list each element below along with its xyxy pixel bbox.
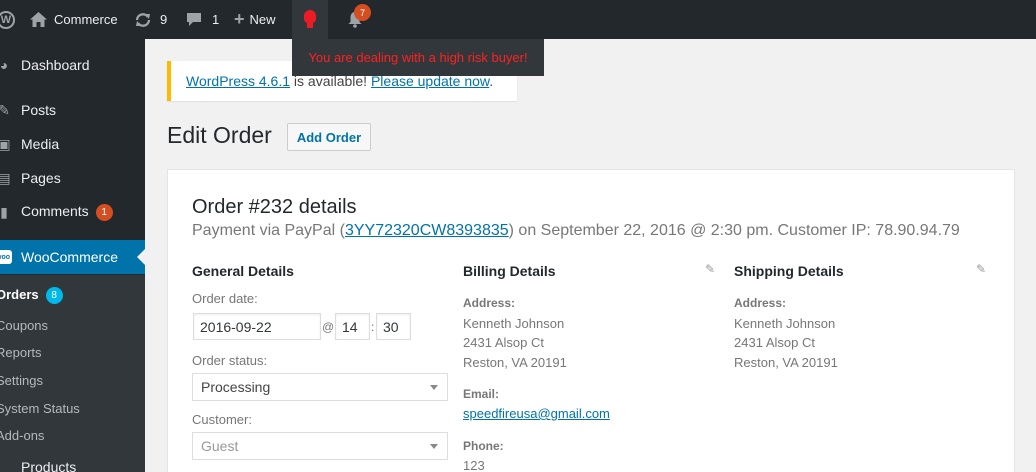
order-data-panel: Order #232 details Payment via PayPal (3… [167,169,1015,472]
comments-count: 1 [212,12,220,27]
menu-dashboard[interactable]: ◕ Dashboard [0,48,145,82]
site-name-label: Commerce [54,12,118,27]
dropdown-arrow-icon [430,385,438,394]
menu-media[interactable]: ▣ Media [0,127,145,161]
lightbulb-icon [303,9,317,30]
updates-menu[interactable]: 9 [134,0,167,39]
order-meta-prefix: Payment via PayPal ( [192,222,345,239]
billing-address-label: Address: [463,296,516,310]
general-details-heading: General Details [192,263,294,279]
order-status-select[interactable]: Processing [192,373,448,401]
shipping-address-line: Reston, VA 20191 [734,355,838,370]
add-order-button[interactable]: Add Order [287,123,371,151]
new-content-menu[interactable]: + New [234,0,276,39]
shipping-address-line: 2431 Alsop Ct [734,335,815,350]
customer-label: Customer: [192,412,252,427]
menu-posts-label: Posts [21,102,57,118]
dropdown-arrow-icon [430,444,438,453]
shipping-address-label: Address: [734,296,787,310]
submenu-settings[interactable]: Settings [0,373,43,388]
billing-address-line: 2431 Alsop Ct [463,335,544,350]
submenu-orders[interactable]: Orders 8 [0,287,63,305]
risk-alert-message: You are dealing with a high risk buyer! [308,50,528,65]
order-status-label: Order status: [192,353,268,368]
menu-comments[interactable]: ▮ Comments 1 [0,195,145,229]
menu-pages[interactable]: ▤ Pages [0,161,145,195]
order-heading: Order #232 details [192,196,357,218]
comments-count-badge: 1 [95,203,113,221]
media-icon: ▣ [0,135,11,152]
admin-bar: W Commerce 9 1 + New 7 [0,0,1036,39]
billing-email-link[interactable]: speedfireusa@gmail.com [463,406,610,421]
at-separator: @ [322,320,335,334]
menu-woocommerce[interactable]: woo WooCommerce [0,240,145,274]
order-meta-suffix: ) on September 22, 2016 @ 2:30 pm. Custo… [508,222,960,239]
order-minute-input[interactable]: 30 [376,313,411,340]
menu-comments-text: Comments [21,203,89,220]
billing-details-heading: Billing Details [463,263,556,279]
shipping-address-line: Kenneth Johnson [734,316,836,331]
order-payment-meta: Payment via PayPal (3YY72320CW8393835) o… [192,222,960,240]
order-hour-input[interactable]: 14 [335,313,370,340]
submenu-coupons[interactable]: Coupons [0,318,48,333]
page-title: Edit Order [167,122,272,148]
order-status-value: Processing [201,379,271,395]
transaction-id-link[interactable]: 3YY72320CW8393835 [345,222,509,239]
wordpress-icon: W [0,10,15,29]
orders-count-badge: 8 [45,287,63,305]
wordpress-logo-menu[interactable]: W [0,0,16,39]
menu-posts[interactable]: ✎ Posts [0,93,145,127]
billing-address-line: Reston, VA 20191 [463,355,567,370]
menu-pages-label: Pages [21,170,61,186]
menu-comments-label: Comments 1 [21,203,113,221]
site-name-menu[interactable]: Commerce [30,0,118,39]
dashboard-icon: ◕ [0,57,9,73]
home-icon [30,12,47,27]
refresh-icon [135,12,151,27]
customer-select[interactable]: Guest [192,432,448,460]
pages-icon: ▤ [0,169,11,186]
billing-email-label: Email: [463,387,500,401]
customer-value: Guest [201,438,239,454]
edit-shipping-pencil-icon[interactable]: ✎ [976,262,990,276]
billing-phone-value: 123 [463,458,485,472]
woocommerce-submenu: Orders 8 Coupons Reports Settings System … [0,275,145,472]
order-date-label: Order date: [192,291,258,306]
menu-woocommerce-label: WooCommerce [21,249,118,265]
risk-alert-dropdown: You are dealing with a high risk buyer! [292,39,544,76]
plus-icon: + [234,9,245,29]
comments-icon: ▮ [0,203,8,220]
menu-products[interactable]: Products [21,459,76,472]
comment-bubble-icon [187,13,201,26]
submenu-addons[interactable]: Add-ons [0,428,44,443]
submenu-system-status[interactable]: System Status [0,401,80,416]
submenu-reports[interactable]: Reports [0,345,42,360]
time-colon: : [371,320,375,334]
menu-media-label: Media [21,136,60,152]
new-label: New [249,12,276,27]
billing-address-line: Kenneth Johnson [463,316,565,331]
shipping-details-heading: Shipping Details [734,263,844,279]
updates-count: 9 [160,12,168,27]
edit-billing-pencil-icon[interactable]: ✎ [705,262,719,276]
submenu-orders-label: Orders [0,287,39,302]
menu-dashboard-label: Dashboard [21,57,90,73]
comments-menu[interactable]: 1 [186,0,219,39]
woocommerce-icon: woo [0,250,12,264]
wordpress-version-link[interactable]: WordPress 4.6.1 [186,73,290,89]
billing-phone-label: Phone: [463,439,504,453]
risk-alert-menu[interactable] [292,0,328,39]
order-date-input[interactable]: 2016-09-22 [193,313,321,340]
admin-sidebar: ◕ Dashboard ✎ Posts ▣ Media ▤ Pages ▮ Co… [0,39,145,472]
pushpin-icon: ✎ [0,101,10,118]
notifications-badge: 7 [354,4,371,21]
